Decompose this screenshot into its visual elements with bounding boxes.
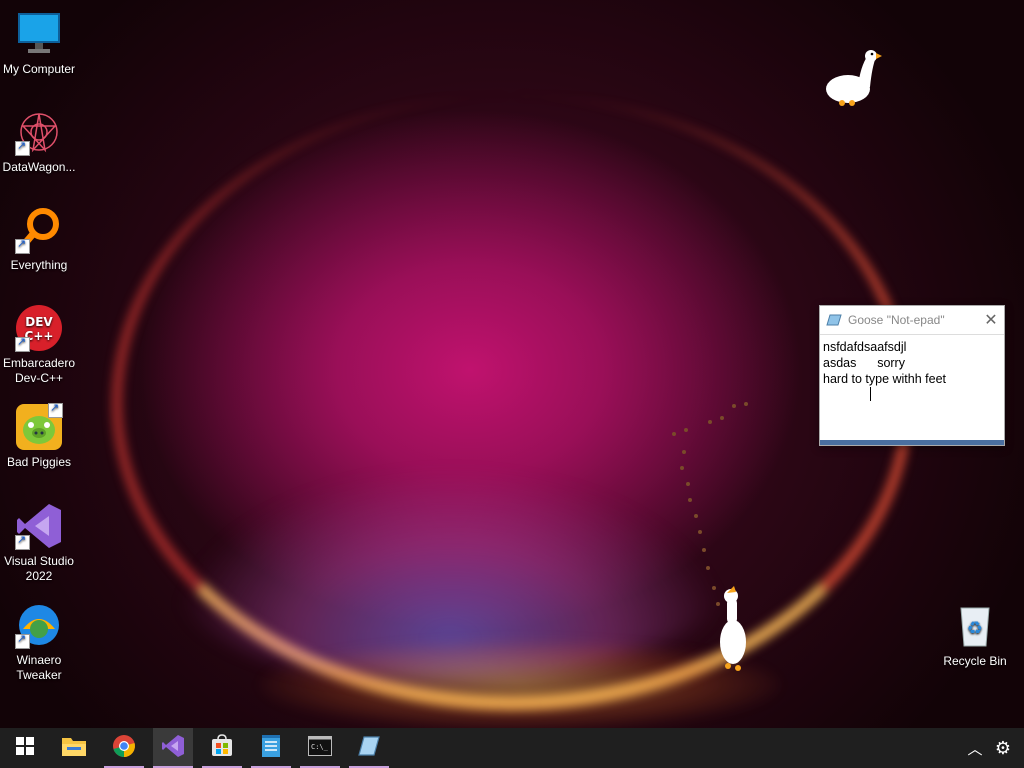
goose-notepad-icon <box>357 735 381 762</box>
notepad-bottom-bar <box>820 440 1004 445</box>
notepad-line: hard to type withh feet <box>823 372 946 386</box>
taskbar-goose-notepad[interactable] <box>349 728 389 768</box>
wallpaper-bottom-glow <box>260 640 780 728</box>
taskbar-notepad[interactable] <box>251 728 291 768</box>
winaero-tweaker-icon <box>15 601 63 649</box>
notepad-text-area[interactable]: nsfdafdsaafsdjl asdas sorry hard to type… <box>820 335 1004 391</box>
show-hidden-icons-button[interactable]: ︿ <box>962 728 988 768</box>
desktop-icon-winaero-tweaker[interactable]: Winaero Tweaker <box>1 601 77 683</box>
desktop-icon-visual-studio[interactable]: Visual Studio 2022 <box>1 502 77 584</box>
chrome-icon <box>112 734 136 763</box>
svg-text:C:\_: C:\_ <box>311 743 329 751</box>
notepad-line: nsfdafdsaafsdjl <box>823 340 907 354</box>
goose-notepad-window[interactable]: Goose "Not-epad" ✕ nsfdafdsaafsdjl asdas… <box>819 305 1005 446</box>
close-icon[interactable]: ✕ <box>978 307 1004 333</box>
desktop-icon-recycle-bin[interactable]: ♻ Recycle Bin <box>937 602 1013 669</box>
settings-gear-icon: ⚙ <box>994 737 1012 758</box>
shortcut-arrow-icon <box>15 139 30 156</box>
desktop-icon-label: My Computer <box>2 62 76 76</box>
file-explorer-icon <box>61 735 87 762</box>
svg-text:DEV: DEV <box>25 315 53 329</box>
start-button[interactable] <box>5 728 45 768</box>
svg-text:♻: ♻ <box>967 618 983 639</box>
notepad-app-icon <box>826 313 842 327</box>
text-caret <box>870 387 871 401</box>
shortcut-arrow-icon <box>15 237 30 254</box>
shortcut-arrow-icon <box>15 632 30 649</box>
desktop-icon-devcpp[interactable]: DEVC++ Embarcadero Dev-C++ <box>1 304 77 386</box>
taskbar: C:\_ ︿ ⚙ <box>0 728 1024 768</box>
shortcut-arrow-icon <box>15 533 30 550</box>
desktop-icon-label: Embarcadero Dev-C++ <box>2 356 76 385</box>
goose-footprints <box>672 402 748 606</box>
goose-sprite[interactable] <box>822 47 882 118</box>
desktop-icon-datawagon[interactable]: DataWagon... <box>1 108 77 175</box>
visual-studio-icon <box>161 734 185 763</box>
taskbar-chrome[interactable] <box>104 728 144 768</box>
desktop-icon-label: Recycle Bin <box>943 654 1007 668</box>
chevron-up-icon: ︿ <box>967 740 983 758</box>
microsoft-store-icon <box>210 733 234 763</box>
notepad-title: Goose "Not-epad" <box>848 313 945 327</box>
start-icon <box>16 736 34 760</box>
desktop-icon-bad-piggies[interactable]: Bad Piggies <box>1 401 77 470</box>
desktop-icon-everything[interactable]: Everything <box>1 206 77 273</box>
desktop: My Computer DataWagon... Everything DEVC… <box>0 0 1024 728</box>
monitor-icon <box>15 10 63 58</box>
taskbar-file-explorer[interactable] <box>54 728 94 768</box>
taskbar-microsoft-store[interactable] <box>202 728 242 768</box>
shortcut-arrow-icon <box>15 335 30 352</box>
settings-button[interactable]: ⚙ <box>990 728 1016 768</box>
desktop-icon-my-computer[interactable]: My Computer <box>1 10 77 77</box>
notepad-line: asdas sorry <box>823 356 905 370</box>
desktop-icon-label: DataWagon... <box>2 160 76 174</box>
goose-sprite[interactable] <box>712 586 756 681</box>
terminal-icon: C:\_ <box>308 735 332 761</box>
notepad-icon <box>260 734 282 763</box>
datawagon-icon <box>15 108 63 156</box>
visual-studio-icon <box>15 502 63 550</box>
desktop-icon-label: Winaero Tweaker <box>16 653 62 682</box>
everything-search-icon <box>15 206 63 254</box>
taskbar-visual-studio[interactable] <box>153 728 193 768</box>
desktop-icon-label: Bad Piggies <box>6 455 72 469</box>
desktop-icon-label: Visual Studio 2022 <box>4 554 74 583</box>
shortcut-arrow-icon <box>48 401 63 418</box>
taskbar-terminal[interactable]: C:\_ <box>300 728 340 768</box>
devcpp-icon: DEV C++ <box>15 304 63 352</box>
notepad-titlebar[interactable]: Goose "Not-epad" ✕ <box>820 306 1004 335</box>
bad-piggies-icon <box>15 401 63 451</box>
recycle-bin-icon: ♻ <box>951 602 999 650</box>
desktop-icon-label: Everything <box>10 258 68 272</box>
